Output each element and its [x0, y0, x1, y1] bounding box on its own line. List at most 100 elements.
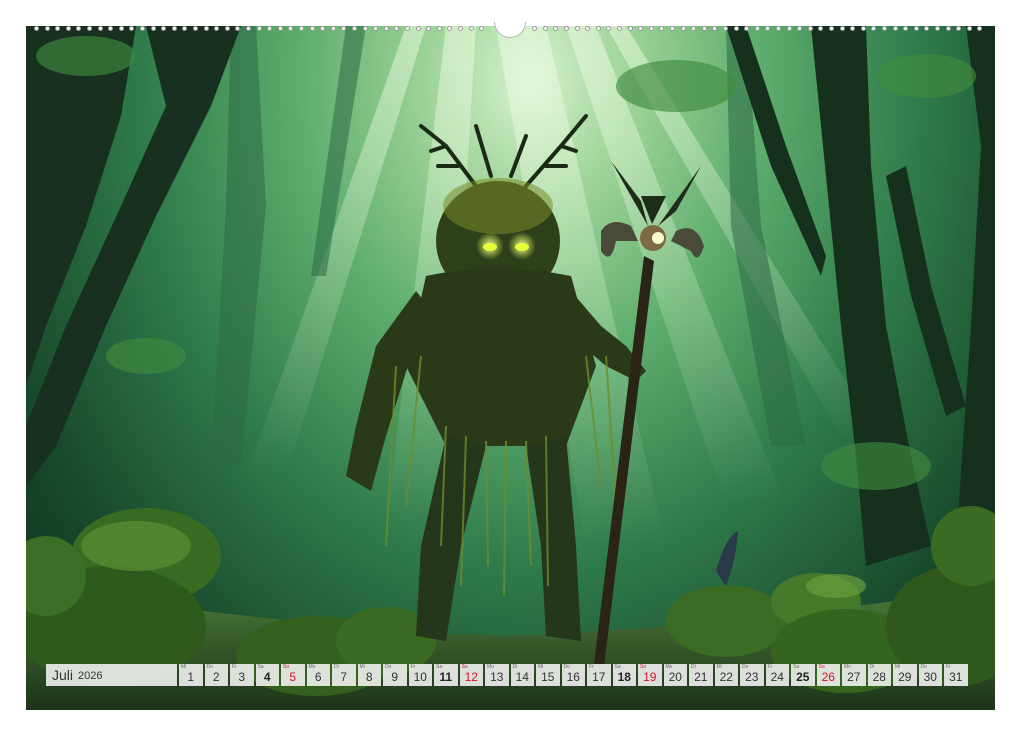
day-number: 26 — [817, 671, 841, 684]
binding-hole — [744, 26, 749, 31]
binding-hole — [426, 26, 431, 31]
weekday-label: Mi — [181, 665, 186, 670]
binding-hole — [161, 26, 166, 31]
small-bird — [716, 531, 738, 586]
binding-hole — [310, 26, 315, 31]
binding-hole — [808, 26, 813, 31]
binding-hole — [299, 26, 304, 31]
calendar-day: Fr3 — [230, 664, 254, 686]
day-number: 18 — [613, 671, 637, 684]
binding-hole — [797, 26, 802, 31]
binding-hole — [278, 26, 283, 31]
binding-hole — [76, 26, 81, 31]
day-number: 30 — [919, 671, 943, 684]
binding-hole — [956, 26, 961, 31]
weekday-label: Mi — [360, 665, 365, 670]
calendar-day: So26 — [817, 664, 841, 686]
calendar-day: Do9 — [383, 664, 407, 686]
binding-hole — [924, 26, 929, 31]
calendar-day: Di28 — [868, 664, 892, 686]
binding-hole — [341, 26, 346, 31]
calendar-day: Mi29 — [893, 664, 917, 686]
calendar-day: Do2 — [205, 664, 229, 686]
binding-hole — [734, 26, 739, 31]
calendar-page: Juli 2026 Mi1Do2Fr3Sa4So5Mo6Di7Mi8Do9Fr1… — [0, 0, 1020, 735]
binding-hole — [532, 26, 537, 31]
binding-hole — [553, 26, 558, 31]
calendar-day: Mo27 — [842, 664, 866, 686]
binding-hole — [914, 26, 919, 31]
day-number: 20 — [664, 671, 688, 684]
calendar-day: So12 — [460, 664, 484, 686]
month-name: Juli — [52, 667, 73, 683]
day-number: 1 — [179, 671, 203, 684]
day-number: 14 — [511, 671, 535, 684]
calendar-day: Di21 — [689, 664, 713, 686]
day-number: 10 — [409, 671, 433, 684]
binding-hole — [765, 26, 770, 31]
calendar-day: Mi15 — [536, 664, 560, 686]
binding-hole — [850, 26, 855, 31]
binding-hole — [45, 26, 50, 31]
binding-hole — [246, 26, 251, 31]
calendar-day: Mo20 — [664, 664, 688, 686]
calendar-day: Mi1 — [179, 664, 203, 686]
day-number: 21 — [689, 671, 713, 684]
binding-hole — [564, 26, 569, 31]
binding-hole — [977, 26, 982, 31]
binding-hole — [787, 26, 792, 31]
binding-hole — [394, 26, 399, 31]
binding-hole — [267, 26, 272, 31]
binding-hole — [87, 26, 92, 31]
weekday-label: Di — [334, 665, 339, 670]
binding-hole — [776, 26, 781, 31]
binding-hole — [702, 26, 707, 31]
day-number: 12 — [460, 671, 484, 684]
binding-hole — [447, 26, 452, 31]
binding-hole — [691, 26, 696, 31]
binding-hole — [288, 26, 293, 31]
binding-hole — [331, 26, 336, 31]
calendar-day: Do30 — [919, 664, 943, 686]
binding-hole — [458, 26, 463, 31]
binding-hole — [108, 26, 113, 31]
calendar-day: Mi8 — [358, 664, 382, 686]
month-label: Juli 2026 — [46, 664, 177, 686]
binding-hole — [235, 26, 240, 31]
binding-hole — [617, 26, 622, 31]
calendar-day: Fr24 — [766, 664, 790, 686]
binding-hole — [151, 26, 156, 31]
weekday-label: Do — [207, 665, 213, 670]
binding-hole — [416, 26, 421, 31]
day-number: 17 — [587, 671, 611, 684]
day-number: 13 — [485, 671, 509, 684]
calendar-day: Do23 — [740, 664, 764, 686]
calendar-day: Mo6 — [307, 664, 331, 686]
binding-hole — [373, 26, 378, 31]
binding-hole — [204, 26, 209, 31]
binding-hole — [479, 26, 484, 31]
day-number: 11 — [434, 671, 458, 684]
binding-hole — [903, 26, 908, 31]
binding-hole — [225, 26, 230, 31]
binding-hole — [818, 26, 823, 31]
calendar-day: Di14 — [511, 664, 535, 686]
day-number: 7 — [332, 671, 356, 684]
binding-hole — [363, 26, 368, 31]
calendar-strip: Juli 2026 Mi1Do2Fr3Sa4So5Mo6Di7Mi8Do9Fr1… — [46, 664, 968, 686]
binding-hole — [967, 26, 972, 31]
weekday-label: Sa — [258, 665, 264, 670]
binding-hole — [659, 26, 664, 31]
binding-hole — [638, 26, 643, 31]
calendar-day: So19 — [638, 664, 662, 686]
forest-scene-illustration — [26, 26, 995, 710]
binding-hole — [469, 26, 474, 31]
forest-creature-photo — [26, 26, 995, 710]
binding-hole — [543, 26, 548, 31]
calendar-day: Di7 — [332, 664, 356, 686]
calendar-day: Sa25 — [791, 664, 815, 686]
binding-hole — [585, 26, 590, 31]
binding-hole — [129, 26, 134, 31]
day-number: 3 — [230, 671, 254, 684]
day-number: 31 — [944, 671, 968, 684]
